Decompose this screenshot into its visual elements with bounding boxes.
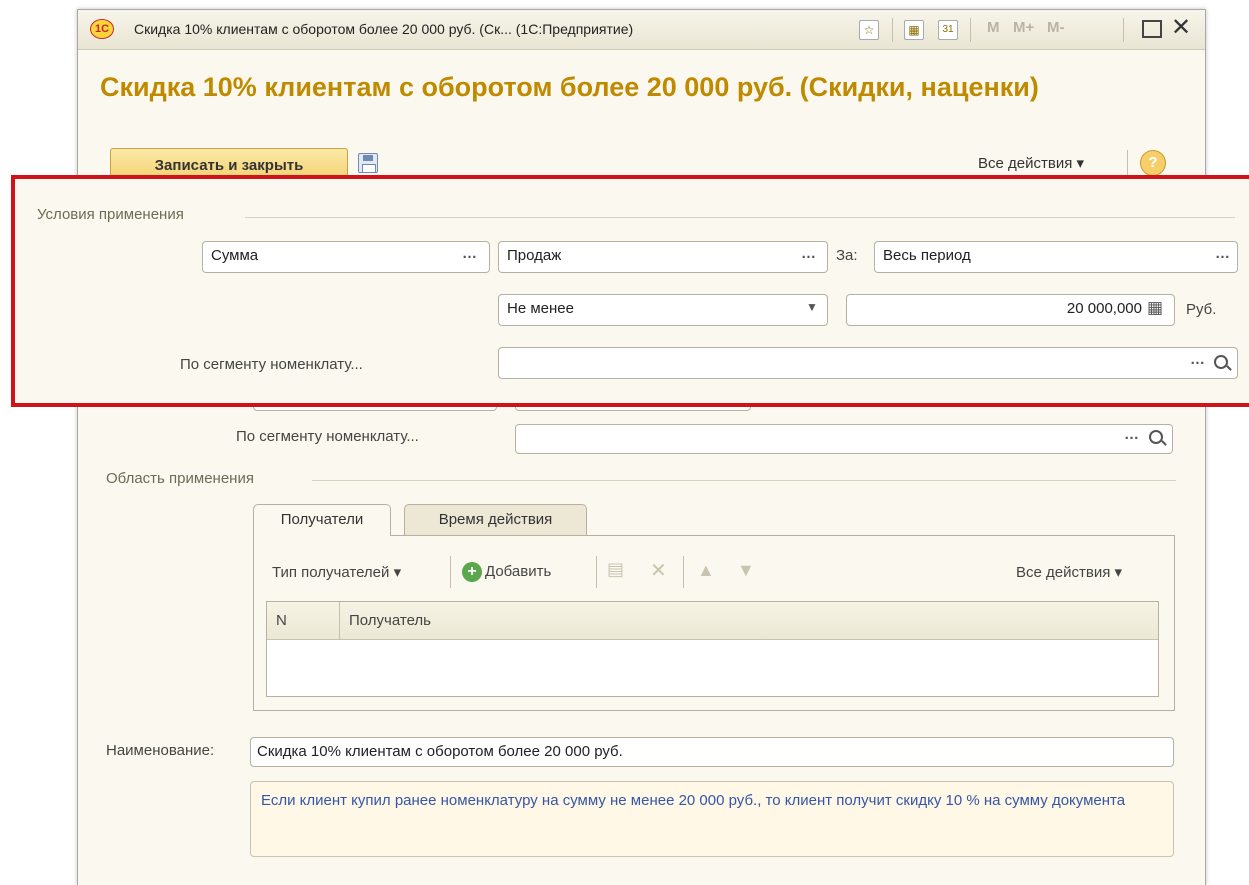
title-bar: 1С Скидка 10% клиентам с оборотом более … [78, 10, 1205, 50]
tab-recipients[interactable]: Получатели [253, 504, 391, 536]
copy-icon[interactable]: ▤ [607, 559, 624, 580]
period-select-button[interactable]: … [1215, 245, 1230, 262]
segment-select-button[interactable]: … [1190, 351, 1205, 368]
calculator-icon[interactable]: ▦ [1147, 298, 1163, 318]
memory-button[interactable]: M [987, 19, 1000, 36]
name-label: Наименование: [106, 742, 215, 759]
segment-label-background: По сегменту номенклату... [236, 428, 419, 445]
chevron-down-icon[interactable]: ▼ [806, 300, 818, 314]
window-title: Скидка 10% клиентам с оборотом более 20 … [134, 21, 634, 37]
memory-minus-button[interactable]: M- [1047, 19, 1065, 36]
segment-field[interactable] [498, 347, 1238, 379]
form-title: Скидка 10% клиентам с оборотом более 20 … [100, 72, 1039, 102]
help-icon[interactable]: ? [1140, 150, 1166, 176]
segment-label: По сегменту номенклату... [180, 356, 363, 373]
search-icon[interactable] [1149, 430, 1163, 444]
period-label: За: [836, 247, 858, 264]
sum-field[interactable]: Сумма [202, 241, 490, 273]
toolbar-separator [892, 18, 893, 42]
close-icon[interactable]: ✕ [1171, 16, 1191, 40]
group-line [312, 480, 1176, 481]
calculator-icon[interactable]: ▦ [904, 20, 924, 40]
period-field[interactable]: Весь период [874, 241, 1238, 273]
move-up-icon[interactable]: ▲ [697, 560, 715, 581]
toolbar-separator [970, 18, 971, 42]
maximize-icon[interactable] [1142, 20, 1162, 38]
column-divider [339, 602, 340, 640]
scope-group-title: Область применения [106, 470, 254, 487]
recipients-table[interactable]: N Получатель [266, 601, 1159, 697]
separator [596, 556, 597, 588]
recipient-type-menu[interactable]: Тип получателей ▾ [272, 563, 401, 581]
sum-select-button[interactable]: … [462, 245, 477, 262]
group-line [245, 217, 1235, 218]
separator [683, 556, 684, 588]
highlighted-conditions-panel: Условия применения Сумма … Продаж … За: … [11, 175, 1249, 407]
sales-field[interactable]: Продаж [498, 241, 828, 273]
all-actions-table-menu[interactable]: Все действия ▾ [1016, 563, 1122, 581]
star-icon[interactable]: ☆ [859, 20, 879, 40]
currency-label: Руб. [1186, 301, 1217, 318]
segment-field-background[interactable] [515, 424, 1173, 454]
conditions-group-title: Условия применения [37, 206, 184, 223]
1c-logo-icon: 1С [90, 19, 114, 39]
toolbar-separator [1123, 18, 1124, 42]
separator [1127, 150, 1128, 176]
separator [450, 556, 451, 588]
sales-select-button[interactable]: … [801, 245, 816, 262]
tab-validity-time[interactable]: Время действия [404, 504, 587, 536]
save-icon[interactable] [358, 153, 378, 173]
amount-field[interactable]: 20 000,000 [846, 294, 1175, 326]
add-icon[interactable]: + [462, 562, 482, 582]
search-icon[interactable] [1214, 355, 1228, 369]
select-button[interactable]: … [1124, 426, 1139, 443]
calendar-icon[interactable]: 31 [938, 20, 958, 40]
column-header-n[interactable]: N [276, 612, 287, 629]
name-field[interactable]: Скидка 10% клиентам с оборотом более 20 … [250, 737, 1174, 767]
add-button[interactable]: Добавить [485, 563, 551, 580]
memory-plus-button[interactable]: M+ [1013, 19, 1034, 36]
compare-field[interactable]: Не менее [498, 294, 828, 326]
table-header: N Получатель [267, 602, 1158, 640]
move-down-icon[interactable]: ▼ [737, 560, 755, 581]
delete-icon[interactable]: ✕ [650, 558, 667, 583]
column-header-recipient[interactable]: Получатель [349, 612, 431, 629]
description-box[interactable]: Если клиент купил ранее номенклатуру на … [250, 781, 1174, 857]
all-actions-menu[interactable]: Все действия ▾ [978, 154, 1084, 172]
